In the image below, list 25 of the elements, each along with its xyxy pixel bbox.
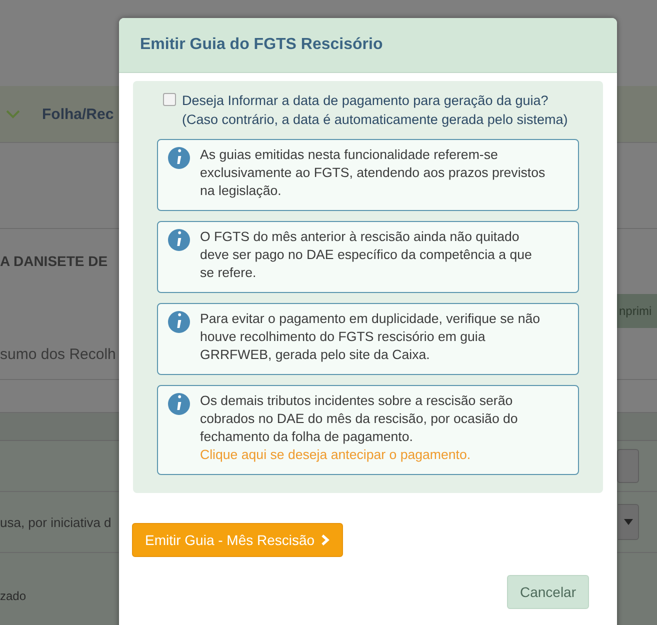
checkbox-label[interactable]: Deseja Informar a data de pagamento para geração da guia?	[182, 91, 568, 110]
notice-text: O FGTS do mês anterior à rescisão ainda não quitado deve ser pago no DAE específico da competência a que se refere.	[200, 228, 533, 282]
chevron-right-icon	[320, 534, 330, 546]
nav-tab[interactable]: Folha/Rec	[42, 106, 114, 122]
anticipate-link[interactable]: Clique aqui se deseja antecipar o pagamento.	[200, 447, 471, 462]
notice-text: Para evitar o pagamento em duplicidade, verifique se não houve recolhimento do FGTS rescisório em guia GRRFWEB, gerada pelo site da Caixa.	[200, 310, 542, 364]
footer-text: zado	[0, 589, 26, 603]
input-field[interactable]	[617, 449, 639, 483]
section-title: sumo dos Recolh	[0, 346, 116, 362]
notice-text: Os demais tributos incidentes sobre a rescisão serão cobrados no DAE do mês da rescisão, por ocasião do fechamento da folha de pagamento. Clique aqui se deseja antecipar o pagamento.	[200, 392, 519, 464]
emit-button[interactable]: Emitir Guia - Mês Rescisão	[132, 523, 343, 557]
chevron-down-icon[interactable]	[6, 109, 20, 119]
dropdown-arrow-icon	[624, 519, 632, 525]
notice-text: As guias emitidas nesta funcionalidade referem-se exclusivamente ao FGTS, atendendo aos prazos previstos na legislação.	[200, 146, 546, 200]
dialog-title: Emitir Guia do FGTS Rescisório	[140, 36, 383, 54]
info-icon	[168, 311, 190, 333]
select-value: usa, por iniciativa d	[0, 514, 112, 530]
dropdown-toggle[interactable]	[618, 504, 639, 540]
employer-name: A DANISETE DE	[0, 253, 108, 269]
cancel-button[interactable]: Cancelar	[506, 575, 589, 609]
info-icon	[168, 229, 190, 251]
checkbox-note: (Caso contrário, a data é automaticamente gerada pelo sistema)	[182, 111, 568, 129]
checkbox[interactable]	[163, 93, 176, 106]
info-icon	[168, 147, 190, 169]
info-icon	[168, 393, 190, 415]
